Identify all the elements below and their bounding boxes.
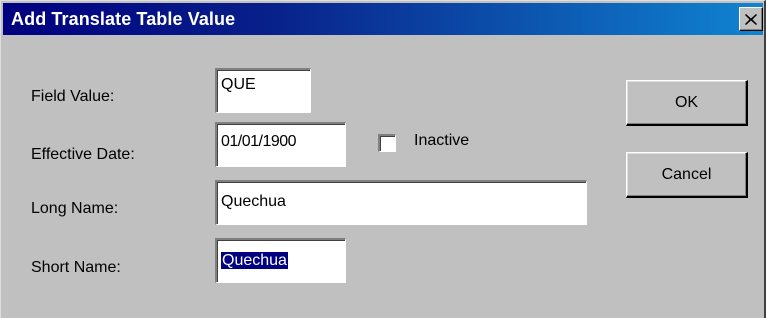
long-name-text: Quechua [221, 193, 286, 210]
short-name-input[interactable]: Quechua [215, 238, 346, 283]
effective-date-text: 01/01/1900 [221, 133, 297, 150]
close-button[interactable] [739, 7, 763, 31]
dialog-window: Add Translate Table Value Field Value: Q… [0, 0, 766, 318]
field-value-label: Field Value: [31, 88, 115, 105]
field-value-input[interactable]: QUE [215, 68, 311, 113]
effective-date-input[interactable]: 01/01/1900 [215, 122, 346, 167]
title-bar[interactable]: Add Translate Table Value [3, 3, 763, 35]
cancel-button[interactable]: Cancel [626, 152, 748, 198]
short-name-label: Short Name: [31, 259, 121, 276]
short-name-text: Quechua [221, 252, 288, 269]
long-name-label: Long Name: [31, 200, 119, 217]
window-title: Add Translate Table Value [11, 8, 236, 29]
field-value-text: QUE [221, 76, 256, 93]
close-icon [745, 13, 757, 25]
effective-date-label: Effective Date: [31, 146, 135, 163]
inactive-label[interactable]: Inactive [414, 132, 469, 150]
long-name-input[interactable]: Quechua [215, 180, 587, 225]
ok-button[interactable]: OK [626, 80, 748, 126]
inactive-checkbox[interactable] [378, 134, 396, 152]
